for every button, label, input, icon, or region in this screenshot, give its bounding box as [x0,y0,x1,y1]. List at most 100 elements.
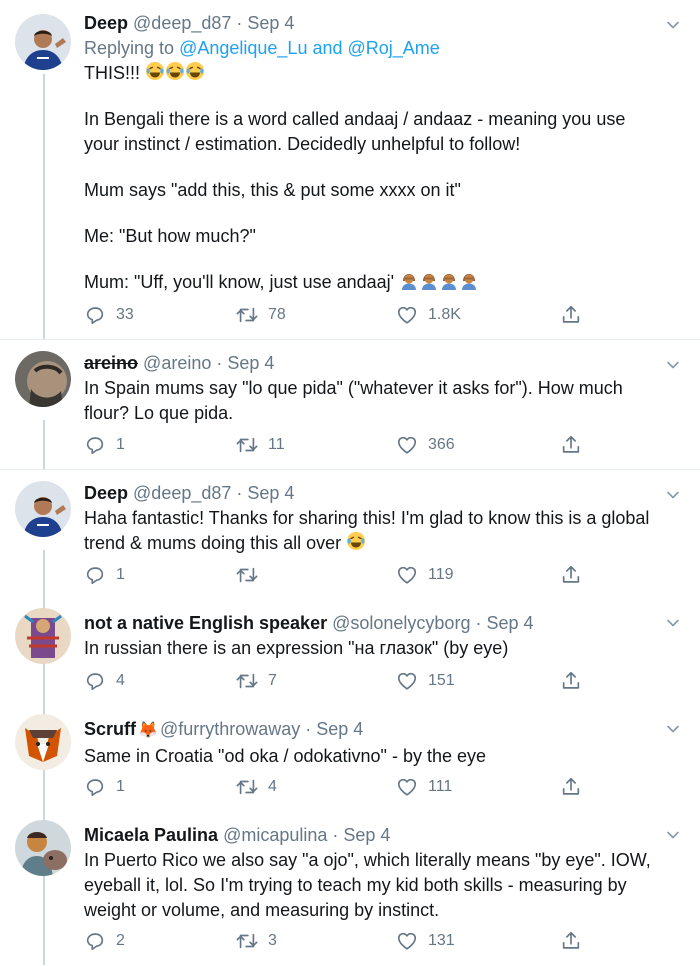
chevron-down-icon[interactable] [666,828,680,842]
user-handle[interactable]: @deep_d87 [133,13,231,33]
tweet[interactable]: Micaela Paulina @micapulina · Sep 4 In P… [0,812,700,966]
heart-icon [396,776,418,798]
share-icon [560,930,582,952]
display-name[interactable]: not a native English speaker [84,613,327,633]
tweet[interactable]: Deep @deep_d87 · Sep 4 Haha fantastic! T… [0,470,700,600]
replying-to-link[interactable]: @Angelique_Lu and @Roj_Ame [179,38,440,58]
like-button[interactable]: 111 [396,776,452,798]
reply-count: 33 [116,306,134,323]
retweet-button[interactable]: 3 [236,930,277,952]
share-button[interactable] [560,434,592,456]
tweet-line: Mum says "add this, this & put some xxxx… [84,180,461,200]
tweet[interactable]: Scruff 🦊 @furrythrowaway · Sep 4 Same in C… [0,706,700,812]
tweet-text: In Puerto Rico we also say "a ojo", whic… [84,848,660,923]
reply-button[interactable]: 2 [84,930,125,952]
retweet-icon [236,434,258,456]
facepalm-emoji [399,270,419,290]
share-button[interactable] [560,776,592,798]
chevron-down-icon[interactable] [666,616,680,630]
share-button[interactable] [560,304,592,326]
tweet-text: In russian there is an expression "на гл… [84,636,660,661]
chevron-down-icon[interactable] [666,722,680,736]
tweet-date[interactable]: Sep 4 [227,353,274,373]
reply-icon [84,776,106,798]
share-icon [560,434,582,456]
like-count: 131 [428,932,455,949]
reply-icon [84,434,106,456]
avatar[interactable] [15,820,71,876]
avatar[interactable] [15,608,71,664]
share-icon [560,776,582,798]
reply-button[interactable]: 1 [84,434,125,456]
heart-icon [396,670,418,692]
tears-of-joy-emoji [165,61,185,81]
retweet-count: 78 [268,306,286,323]
retweet-icon [236,670,258,692]
chevron-down-icon[interactable] [666,358,680,372]
tweet-date[interactable]: Sep 4 [316,719,363,739]
user-handle[interactable]: @micapulina [223,825,327,845]
retweet-count: 7 [268,672,277,689]
reply-button[interactable]: 4 [84,670,125,692]
reply-icon [84,564,106,586]
tweet-text: THIS!!! In Bengali there is a word calle… [84,61,660,295]
tweet[interactable]: Deep @deep_d87 · Sep 4 Replying to @Ange… [0,0,700,340]
chevron-down-icon[interactable] [666,18,680,32]
display-name[interactable]: Deep [84,13,128,33]
heart-icon [396,564,418,586]
reply-count: 1 [116,566,125,583]
avatar[interactable] [15,481,71,537]
chevron-down-icon[interactable] [666,488,680,502]
tweet-actions: 1 11 366 [84,434,604,458]
tweet-date[interactable]: Sep 4 [343,825,390,845]
share-button[interactable] [560,930,592,952]
reply-count: 1 [116,778,125,795]
reply-count: 1 [116,436,125,453]
user-handle[interactable]: @deep_d87 [133,483,231,503]
retweet-button[interactable]: 11 [236,434,285,456]
retweet-button[interactable]: 4 [236,776,277,798]
tweet-date[interactable]: Sep 4 [247,483,294,503]
tweet[interactable]: areino @areino · Sep 4 In Spain mums say… [0,340,700,470]
tweet-actions: 1 119 [84,564,604,588]
avatar[interactable] [15,14,71,70]
share-button[interactable] [560,670,592,692]
reply-button[interactable]: 1 [84,776,125,798]
reply-button[interactable]: 33 [84,304,134,326]
retweet-button[interactable]: 7 [236,670,277,692]
tweet-date[interactable]: Sep 4 [486,613,533,633]
user-handle[interactable]: @solonelycyborg [332,613,470,633]
like-button[interactable]: 151 [396,670,455,692]
retweet-count: 3 [268,932,277,949]
display-name[interactable]: Deep [84,483,128,503]
user-handle[interactable]: @areino [143,353,211,373]
user-handle[interactable]: @furrythrowaway [160,719,300,739]
reply-button[interactable]: 1 [84,564,125,586]
tweet-line: Mum: "Uff, you'll know, just use andaaj' [84,272,395,292]
like-button[interactable]: 131 [396,930,455,952]
retweet-icon [236,304,258,326]
display-name[interactable]: areino [84,353,138,373]
retweet-count: 4 [268,778,277,795]
share-button[interactable] [560,564,592,586]
tweet-date[interactable]: Sep 4 [247,13,294,33]
retweet-button[interactable]: 78 [236,304,286,326]
tweet-text: Same in Croatia "od oka / odokativno" - … [84,744,660,769]
tweet-line: THIS!!! [84,63,141,83]
display-name[interactable]: Micaela Paulina [84,825,218,845]
reply-count: 2 [116,932,125,949]
like-button[interactable]: 1.8K [396,304,461,326]
like-button[interactable]: 366 [396,434,455,456]
tweet-line: In Spain mums say "lo que pida" ("whatev… [84,378,623,423]
replying-to-label: Replying to [84,38,175,58]
avatar[interactable] [15,351,71,407]
display-name[interactable]: Scruff [84,719,136,739]
avatar[interactable] [15,714,71,770]
tweet-line: Haha fantastic! Thanks for sharing this!… [84,508,650,553]
tweet[interactable]: not a native English speaker @solonelycy… [0,600,700,706]
retweet-button[interactable] [236,564,268,586]
tweet-text: In Spain mums say "lo que pida" ("whatev… [84,376,660,426]
like-count: 151 [428,672,455,689]
heart-icon [396,930,418,952]
like-button[interactable]: 119 [396,564,454,586]
